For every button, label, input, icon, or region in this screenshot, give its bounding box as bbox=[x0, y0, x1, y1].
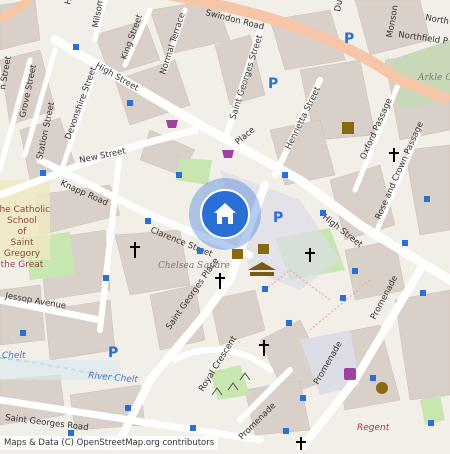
library-icon bbox=[232, 249, 243, 259]
svg-text:Gregory: Gregory bbox=[4, 249, 41, 259]
map-canvas[interactable]: Swindon Road High Street High Street New… bbox=[0, 0, 450, 450]
svg-text:Saint: Saint bbox=[11, 238, 34, 248]
shopping-cart-icon-1 bbox=[166, 120, 178, 128]
parking-icon-2: P bbox=[268, 76, 278, 92]
shop-icon-3 bbox=[344, 368, 356, 380]
svg-text:the Great: the Great bbox=[1, 260, 44, 270]
parking-icon-3: P bbox=[273, 210, 283, 226]
location-marker[interactable] bbox=[189, 178, 261, 250]
label-chelsea-square-1: Chelsea Square bbox=[158, 261, 230, 271]
label-chelt-w: Chelt bbox=[2, 351, 26, 361]
svg-text:of: of bbox=[18, 227, 28, 237]
cinema-icon bbox=[342, 122, 354, 134]
theatre-icon bbox=[376, 382, 388, 394]
label-arkle: Arkle Co bbox=[417, 73, 450, 83]
parking-icon-1: P bbox=[344, 31, 354, 47]
parking-icon-4: P bbox=[108, 345, 118, 361]
label-regent: Regent bbox=[357, 423, 390, 433]
svg-text:The Catholic: The Catholic bbox=[0, 205, 50, 215]
svg-text:School: School bbox=[7, 216, 37, 226]
map-attribution: Maps & Data (C) OpenStreetMap.org contri… bbox=[0, 436, 218, 450]
library-icon-2 bbox=[258, 244, 269, 254]
map-svg[interactable]: Swindon Road High Street High Street New… bbox=[0, 0, 450, 450]
shopping-cart-icon-2 bbox=[222, 150, 234, 158]
